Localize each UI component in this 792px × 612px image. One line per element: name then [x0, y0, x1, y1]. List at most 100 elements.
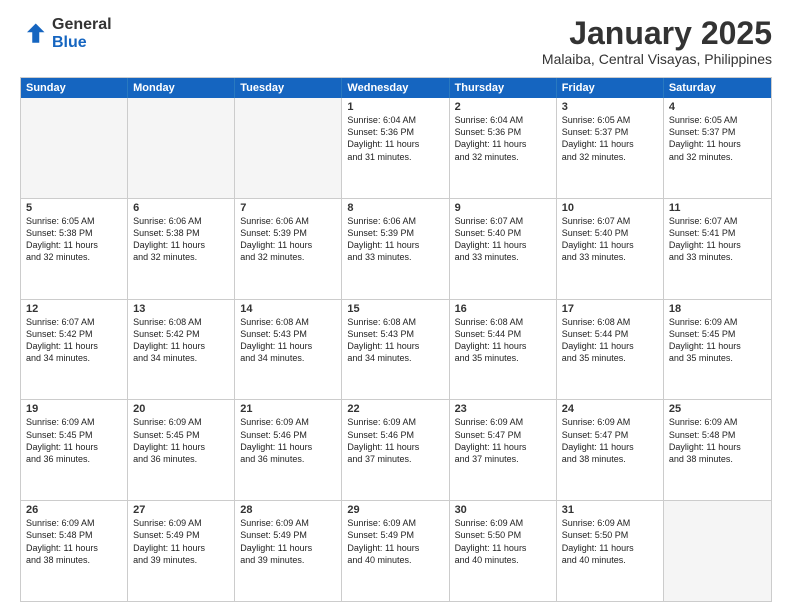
cell-info-text: Sunset: 5:47 PM [455, 429, 551, 441]
cell-info-text: Sunrise: 6:07 AM [455, 215, 551, 227]
cell-info-text: Daylight: 11 hours [562, 340, 658, 352]
cell-info-text: Sunrise: 6:09 AM [455, 517, 551, 529]
calendar-cell: 14Sunrise: 6:08 AMSunset: 5:43 PMDayligh… [235, 300, 342, 400]
cell-info-text: Sunset: 5:49 PM [347, 529, 443, 541]
cell-info-text: and 32 minutes. [26, 251, 122, 263]
cell-info-text: Sunrise: 6:07 AM [562, 215, 658, 227]
cell-info-text: Sunset: 5:44 PM [455, 328, 551, 340]
day-number: 9 [455, 202, 551, 214]
cell-info-text: Daylight: 11 hours [562, 542, 658, 554]
cell-info-text: Daylight: 11 hours [240, 441, 336, 453]
cell-info-text: Sunrise: 6:09 AM [562, 416, 658, 428]
day-number: 14 [240, 303, 336, 315]
calendar-day-header: Thursday [450, 78, 557, 98]
cell-info-text: Sunset: 5:48 PM [669, 429, 766, 441]
cell-info-text: Daylight: 11 hours [133, 542, 229, 554]
calendar-cell: 5Sunrise: 6:05 AMSunset: 5:38 PMDaylight… [21, 199, 128, 299]
calendar-cell: 29Sunrise: 6:09 AMSunset: 5:49 PMDayligh… [342, 501, 449, 601]
cell-info-text: Sunrise: 6:09 AM [562, 517, 658, 529]
cell-info-text: and 32 minutes. [133, 251, 229, 263]
cell-info-text: Sunrise: 6:04 AM [347, 114, 443, 126]
calendar-day-header: Tuesday [235, 78, 342, 98]
cell-info-text: Daylight: 11 hours [26, 542, 122, 554]
header: General Blue January 2025 Malaiba, Centr… [20, 16, 772, 67]
day-number: 6 [133, 202, 229, 214]
calendar-cell: 10Sunrise: 6:07 AMSunset: 5:40 PMDayligh… [557, 199, 664, 299]
logo-general-text: General [52, 16, 112, 34]
day-number: 17 [562, 303, 658, 315]
cell-info-text: Sunset: 5:50 PM [562, 529, 658, 541]
logo-text: General Blue [52, 16, 112, 51]
calendar-cell: 25Sunrise: 6:09 AMSunset: 5:48 PMDayligh… [664, 400, 771, 500]
calendar-week-row: 12Sunrise: 6:07 AMSunset: 5:42 PMDayligh… [21, 299, 771, 400]
day-number: 23 [455, 403, 551, 415]
calendar-cell-empty [21, 98, 128, 198]
day-number: 15 [347, 303, 443, 315]
cell-info-text: and 34 minutes. [347, 352, 443, 364]
calendar-cell: 17Sunrise: 6:08 AMSunset: 5:44 PMDayligh… [557, 300, 664, 400]
cell-info-text: and 36 minutes. [26, 453, 122, 465]
logo: General Blue [20, 16, 112, 51]
cell-info-text: Sunrise: 6:08 AM [455, 316, 551, 328]
cell-info-text: Daylight: 11 hours [133, 441, 229, 453]
logo-icon [20, 20, 48, 48]
calendar-cell: 11Sunrise: 6:07 AMSunset: 5:41 PMDayligh… [664, 199, 771, 299]
cell-info-text: and 33 minutes. [347, 251, 443, 263]
calendar-cell: 16Sunrise: 6:08 AMSunset: 5:44 PMDayligh… [450, 300, 557, 400]
cell-info-text: and 34 minutes. [26, 352, 122, 364]
day-number: 2 [455, 101, 551, 113]
cell-info-text: Sunrise: 6:07 AM [669, 215, 766, 227]
cell-info-text: Daylight: 11 hours [455, 441, 551, 453]
title-section: January 2025 Malaiba, Central Visayas, P… [542, 16, 772, 67]
cell-info-text: Sunrise: 6:09 AM [669, 416, 766, 428]
calendar-cell: 20Sunrise: 6:09 AMSunset: 5:45 PMDayligh… [128, 400, 235, 500]
cell-info-text: Daylight: 11 hours [240, 542, 336, 554]
cell-info-text: Sunrise: 6:09 AM [133, 517, 229, 529]
cell-info-text: Sunrise: 6:06 AM [240, 215, 336, 227]
cell-info-text: and 40 minutes. [455, 554, 551, 566]
calendar-cell: 30Sunrise: 6:09 AMSunset: 5:50 PMDayligh… [450, 501, 557, 601]
cell-info-text: Sunset: 5:44 PM [562, 328, 658, 340]
cell-info-text: Daylight: 11 hours [347, 138, 443, 150]
cell-info-text: and 35 minutes. [455, 352, 551, 364]
calendar-cell-empty [235, 98, 342, 198]
day-number: 4 [669, 101, 766, 113]
cell-info-text: and 35 minutes. [669, 352, 766, 364]
calendar-cell: 21Sunrise: 6:09 AMSunset: 5:46 PMDayligh… [235, 400, 342, 500]
cell-info-text: Daylight: 11 hours [455, 340, 551, 352]
calendar-cell-empty [664, 501, 771, 601]
cell-info-text: and 37 minutes. [455, 453, 551, 465]
cell-info-text: Sunset: 5:50 PM [455, 529, 551, 541]
day-number: 1 [347, 101, 443, 113]
cell-info-text: Sunset: 5:45 PM [133, 429, 229, 441]
cell-info-text: Daylight: 11 hours [347, 340, 443, 352]
cell-info-text: Sunrise: 6:09 AM [133, 416, 229, 428]
cell-info-text: Sunrise: 6:05 AM [562, 114, 658, 126]
cell-info-text: Daylight: 11 hours [455, 542, 551, 554]
day-number: 31 [562, 504, 658, 516]
cell-info-text: and 33 minutes. [562, 251, 658, 263]
subtitle: Malaiba, Central Visayas, Philippines [542, 51, 772, 67]
cell-info-text: Sunset: 5:42 PM [26, 328, 122, 340]
cell-info-text: and 34 minutes. [240, 352, 336, 364]
day-number: 18 [669, 303, 766, 315]
calendar-week-row: 1Sunrise: 6:04 AMSunset: 5:36 PMDaylight… [21, 98, 771, 198]
calendar-cell: 13Sunrise: 6:08 AMSunset: 5:42 PMDayligh… [128, 300, 235, 400]
cell-info-text: Sunrise: 6:07 AM [26, 316, 122, 328]
cell-info-text: Sunset: 5:37 PM [669, 126, 766, 138]
day-number: 16 [455, 303, 551, 315]
cell-info-text: Daylight: 11 hours [26, 441, 122, 453]
cell-info-text: Sunset: 5:47 PM [562, 429, 658, 441]
cell-info-text: Sunset: 5:45 PM [669, 328, 766, 340]
calendar-cell: 12Sunrise: 6:07 AMSunset: 5:42 PMDayligh… [21, 300, 128, 400]
day-number: 26 [26, 504, 122, 516]
calendar-day-header: Saturday [664, 78, 771, 98]
cell-info-text: Sunset: 5:48 PM [26, 529, 122, 541]
calendar-cell: 23Sunrise: 6:09 AMSunset: 5:47 PMDayligh… [450, 400, 557, 500]
cell-info-text: and 40 minutes. [347, 554, 443, 566]
day-number: 25 [669, 403, 766, 415]
cell-info-text: and 36 minutes. [133, 453, 229, 465]
calendar-cell: 28Sunrise: 6:09 AMSunset: 5:49 PMDayligh… [235, 501, 342, 601]
calendar-day-header: Sunday [21, 78, 128, 98]
cell-info-text: Sunset: 5:41 PM [669, 227, 766, 239]
